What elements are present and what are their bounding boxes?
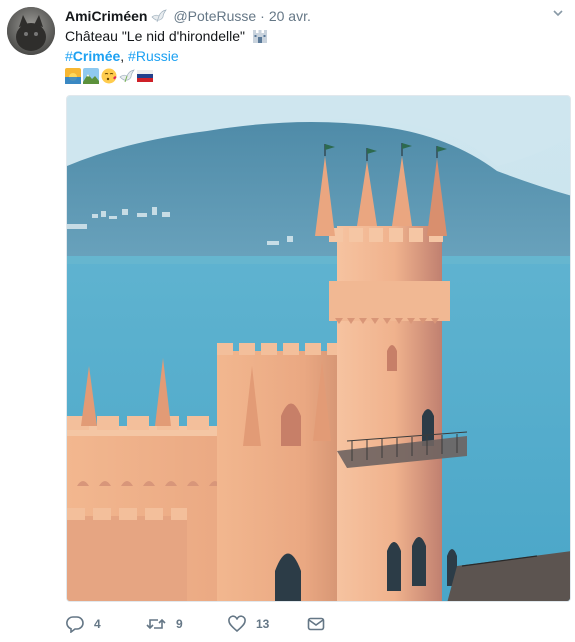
- tweet-card: AmiCriméen @PoteRusse · 20 avr. Château "Le…: [0, 0, 575, 642]
- sunrise-emoji: [65, 68, 81, 84]
- retweet-icon: [146, 615, 166, 633]
- hashtag-russie[interactable]: #Russie: [128, 48, 179, 64]
- chevron-down-icon[interactable]: [551, 6, 565, 26]
- dove-emoji: [119, 68, 135, 84]
- heart-icon: [228, 615, 246, 633]
- hashtag-crimee[interactable]: #Crimée: [65, 48, 120, 64]
- tweet-text: Château "Le nid d'hirondelle" #Crimée, #…: [65, 26, 270, 86]
- like-count: 13: [256, 617, 270, 631]
- emoji-row: [65, 66, 270, 86]
- blowing-kiss-emoji: [101, 68, 117, 84]
- retweet-button[interactable]: 9: [146, 612, 183, 636]
- separator-dot: ·: [260, 8, 265, 24]
- envelope-icon: [307, 615, 325, 633]
- hashtag-separator: ,: [120, 48, 129, 64]
- castle-emoji: [252, 28, 268, 44]
- tweet-main-text: Château "Le nid d'hirondelle": [65, 28, 245, 44]
- reply-icon: [66, 615, 84, 633]
- russian-flag-emoji: [137, 68, 153, 84]
- tweet-header: AmiCriméen @PoteRusse · 20 avr.: [65, 6, 565, 26]
- reply-count: 4: [94, 617, 101, 631]
- reply-button[interactable]: 4: [66, 612, 101, 636]
- retweet-count: 9: [176, 617, 183, 631]
- tweet-date[interactable]: 20 avr.: [269, 8, 311, 24]
- landscape-emoji: [83, 68, 99, 84]
- direct-message-button[interactable]: [307, 612, 325, 636]
- display-name[interactable]: AmiCriméen: [65, 8, 147, 24]
- tweet-text-line-1: Château "Le nid d'hirondelle": [65, 26, 270, 46]
- tweet-media-image[interactable]: [66, 95, 571, 602]
- avatar[interactable]: [7, 7, 55, 55]
- like-button[interactable]: 13: [228, 612, 269, 636]
- user-handle[interactable]: @PoteRusse: [173, 8, 256, 24]
- tweet-hashtags: #Crimée, #Russie: [65, 46, 270, 66]
